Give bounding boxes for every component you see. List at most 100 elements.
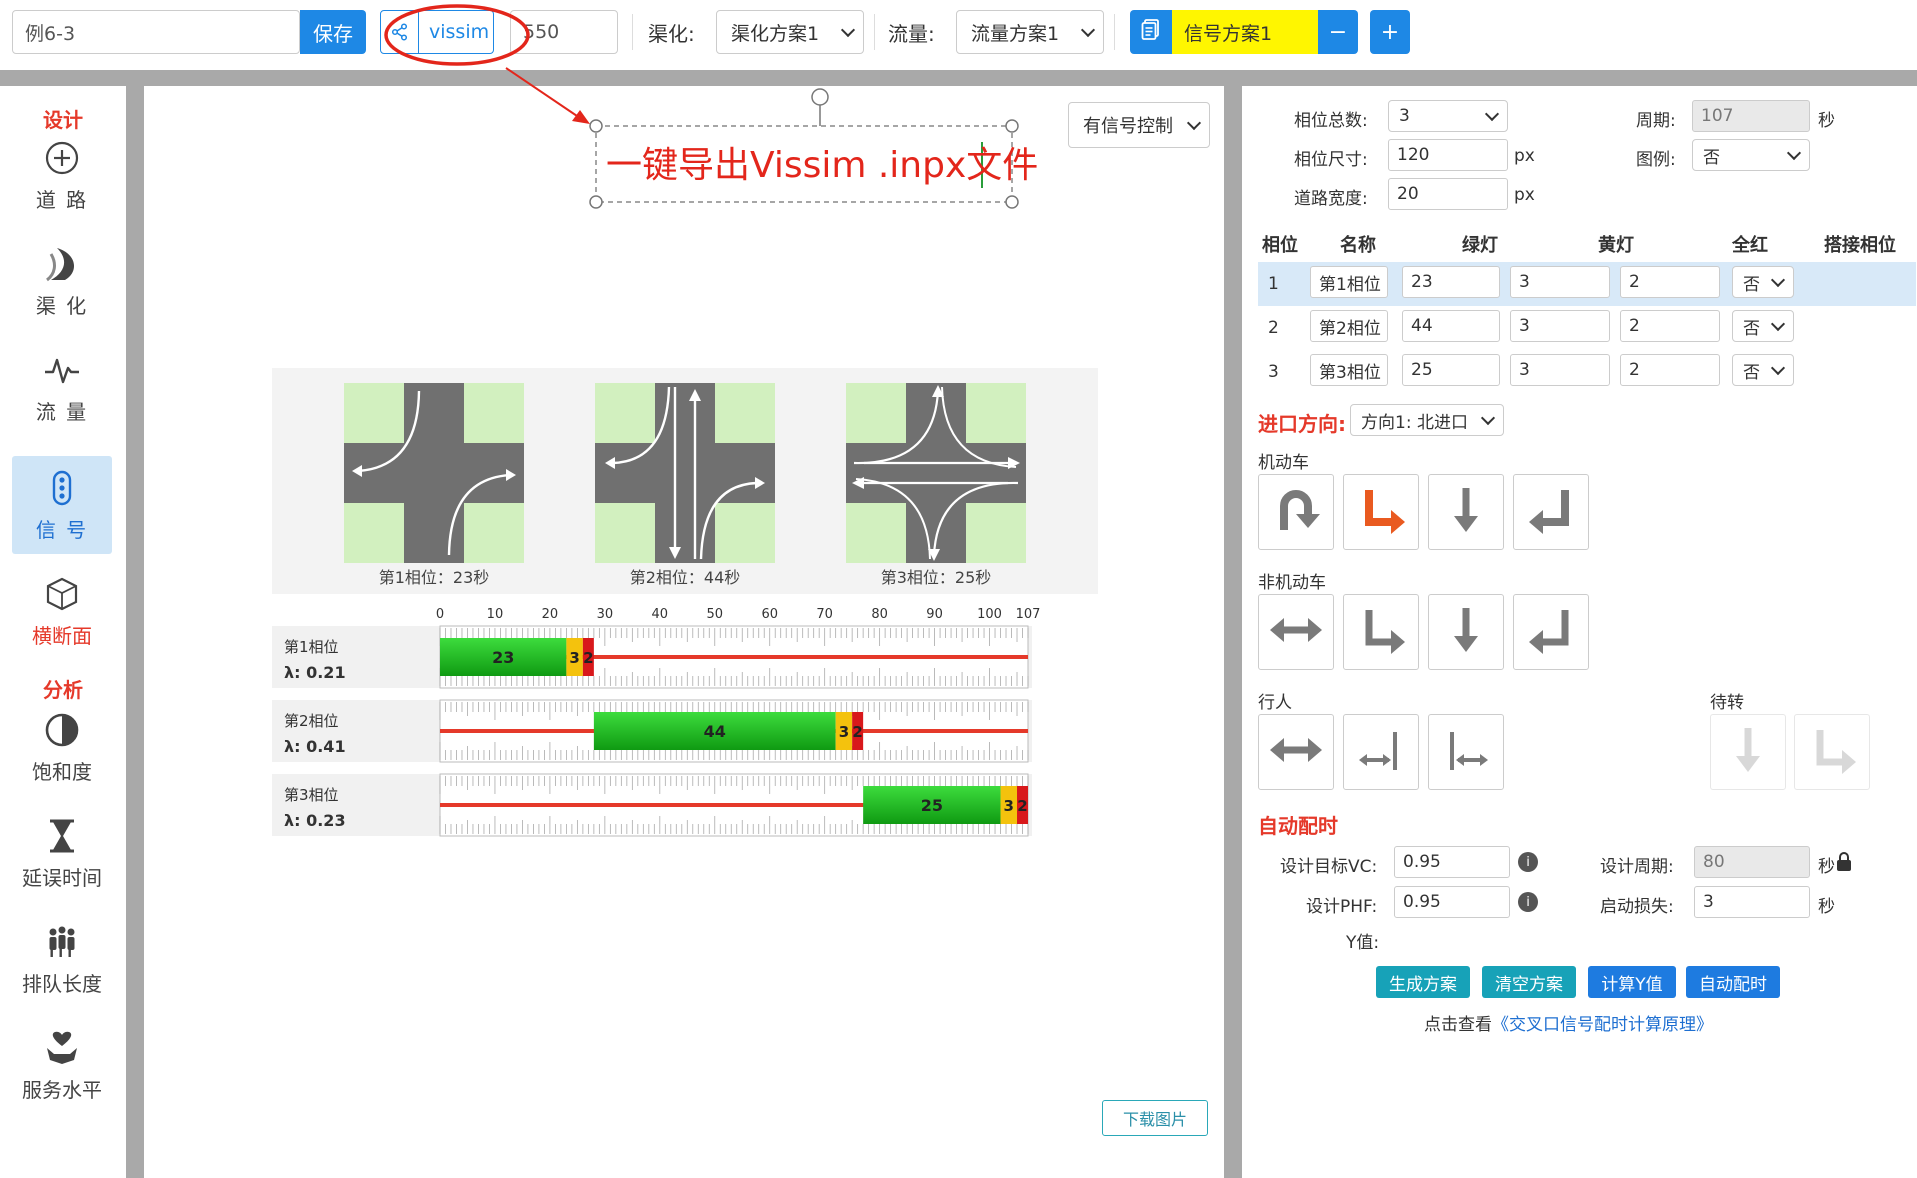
phase-name-input[interactable]: 第1相位 (1310, 266, 1388, 298)
approach-select[interactable]: 方向1: 北进口 (1350, 404, 1504, 436)
frame-left (126, 86, 144, 1178)
tick-label: 50 (706, 607, 723, 622)
sidebar-item-delay[interactable]: 延误时间 (12, 804, 112, 902)
control-mode-select[interactable]: 有信号控制 (1068, 102, 1210, 148)
target-vc-input[interactable]: 0.95 (1394, 846, 1510, 878)
sidebar-item-flow[interactable]: 流 量 (12, 338, 112, 436)
yellow-input[interactable]: 3 (1510, 310, 1610, 342)
straight-arrow-icon (1440, 604, 1492, 660)
startup-input[interactable]: 3 (1694, 886, 1810, 918)
lambda-label: λ: 0.23 (284, 811, 346, 830)
yellow-duration-label: 3 (569, 649, 579, 667)
nonmotor-left-button[interactable] (1343, 594, 1419, 670)
nonmotor-bidirectional-button[interactable] (1258, 594, 1334, 670)
uturn-arrow-icon (1270, 484, 1322, 540)
hourglass-icon (42, 816, 82, 856)
signal-settings-panel: 相位总数: 3 周期: 107 秒 相位尺寸: 120 px 图例: 否 道路宽… (1242, 86, 1917, 1178)
chevron-down-icon (1770, 316, 1786, 332)
approach-value: 方向1: 北进口 (1361, 412, 1468, 433)
yellow-input[interactable]: 3 (1510, 354, 1610, 386)
signal-plan-value: 信号方案1 (1184, 22, 1273, 45)
remove-plan-button[interactable]: − (1318, 10, 1358, 54)
principle-link-row: 点击查看《交叉口信号配时计算原理》 (1424, 1010, 1713, 1035)
phf-input[interactable]: 0.95 (1394, 886, 1510, 918)
col-yellow: 黄灯 (1598, 235, 1634, 256)
download-image-button[interactable]: 下载图片 (1102, 1100, 1208, 1136)
green-input[interactable]: 25 (1402, 354, 1500, 386)
phase-1-diagram (344, 383, 524, 563)
flow-label: 流量: (888, 21, 935, 46)
phase-3-caption: 第3相位：25秒 (880, 568, 992, 587)
phase-name-input[interactable]: 第2相位 (1310, 310, 1388, 342)
green-duration-label: 44 (704, 722, 726, 741)
yellow-input[interactable]: 3 (1510, 266, 1610, 298)
overlap-select[interactable]: 否 (1732, 266, 1794, 298)
motor-straight-button[interactable] (1428, 474, 1504, 550)
generate-plan-button[interactable]: 生成方案 (1376, 966, 1470, 998)
target-vc-value: 0.95 (1403, 852, 1441, 872)
green-input[interactable]: 23 (1402, 266, 1500, 298)
approach-label: 进口方向: (1258, 412, 1346, 436)
chevron-down-icon (1770, 272, 1786, 288)
yellow-value: 3 (1519, 316, 1530, 336)
ped-left-button[interactable] (1343, 714, 1419, 790)
double-arrow-icon (1268, 730, 1324, 774)
nonmotor-right-button[interactable] (1513, 594, 1589, 670)
sidebar-item-queue[interactable]: 排队长度 (12, 910, 112, 1008)
allred-input[interactable]: 2 (1620, 266, 1720, 298)
road-width-value: 20 (1397, 184, 1419, 204)
px-unit: px (1514, 146, 1535, 166)
info-icon[interactable]: i (1518, 852, 1538, 872)
motor-uturn-button[interactable] (1258, 474, 1334, 550)
flow-select[interactable]: 流量方案1 (956, 10, 1104, 54)
phase-size-input[interactable]: 120 (1388, 139, 1508, 171)
sidebar-item-service-level[interactable]: 服务水平 (12, 1016, 112, 1114)
motor-left-button[interactable] (1343, 474, 1419, 550)
waiting-left-button[interactable] (1794, 714, 1870, 790)
startup-unit: 秒 (1818, 897, 1835, 917)
compute-y-button[interactable]: 计算Y值 (1588, 966, 1676, 998)
ped-label: 行人 (1258, 693, 1292, 713)
heart-hand-icon (42, 1028, 82, 1068)
cycle-value: 107 (1701, 106, 1734, 126)
road-width-input[interactable]: 20 (1388, 178, 1508, 210)
sidebar-item-signal[interactable]: 信 号 (12, 456, 112, 554)
sidebar-item-saturation[interactable]: 饱和度 (12, 698, 112, 796)
phase-total-value: 3 (1399, 106, 1410, 126)
motor-right-button[interactable] (1513, 474, 1589, 550)
signal-plan-icon-button[interactable] (1130, 10, 1172, 54)
legend-select[interactable]: 否 (1692, 139, 1810, 171)
auto-timing-button[interactable]: 自动配时 (1686, 966, 1780, 998)
allred-input[interactable]: 2 (1620, 354, 1720, 386)
allred-input[interactable]: 2 (1620, 310, 1720, 342)
ped-bidirectional-button[interactable] (1258, 714, 1334, 790)
green-input[interactable]: 44 (1402, 310, 1500, 342)
lock-icon[interactable] (1836, 852, 1852, 876)
phase-total-select[interactable]: 3 (1388, 100, 1508, 132)
waiting-straight-button[interactable] (1710, 714, 1786, 790)
phase-name-input[interactable]: 第3相位 (1310, 354, 1388, 386)
signal-plan-select[interactable]: 信号方案1 (1172, 10, 1318, 54)
green-value: 23 (1411, 272, 1433, 292)
info-icon[interactable]: i (1518, 892, 1538, 912)
tick-label: 0 (436, 607, 444, 622)
diagram-canvas: 有信号控制 一键导出Vissim .inpx文件 第1相位：23秒 第2相位：4… (144, 67, 1224, 1178)
auto-timing-heading: 自动配时 (1258, 814, 1338, 838)
add-plan-button[interactable]: + (1370, 10, 1410, 54)
sidebar-item-cross-section[interactable]: 横断面 (12, 562, 112, 660)
ped-right-button[interactable] (1428, 714, 1504, 790)
nonmotor-straight-button[interactable] (1428, 594, 1504, 670)
tick-label: 100 (977, 607, 1002, 622)
sidebar-item-channelization[interactable]: 渠 化 (12, 232, 112, 330)
design-cycle-label: 设计周期: (1600, 857, 1674, 877)
link-prefix: 点击查看 (1424, 1015, 1492, 1035)
ped-right-arrow-icon (1440, 724, 1492, 780)
clear-plan-button[interactable]: 清空方案 (1482, 966, 1576, 998)
chevron-down-icon (1484, 106, 1500, 122)
overlap-select[interactable]: 否 (1732, 310, 1794, 342)
chevron-down-icon (1786, 145, 1802, 161)
phase-size-label: 相位尺寸: (1294, 150, 1368, 170)
principle-link[interactable]: 《交叉口信号配时计算原理》 (1492, 1015, 1713, 1035)
overlap-select[interactable]: 否 (1732, 354, 1794, 386)
turn-left-arrow-icon (1806, 724, 1858, 780)
